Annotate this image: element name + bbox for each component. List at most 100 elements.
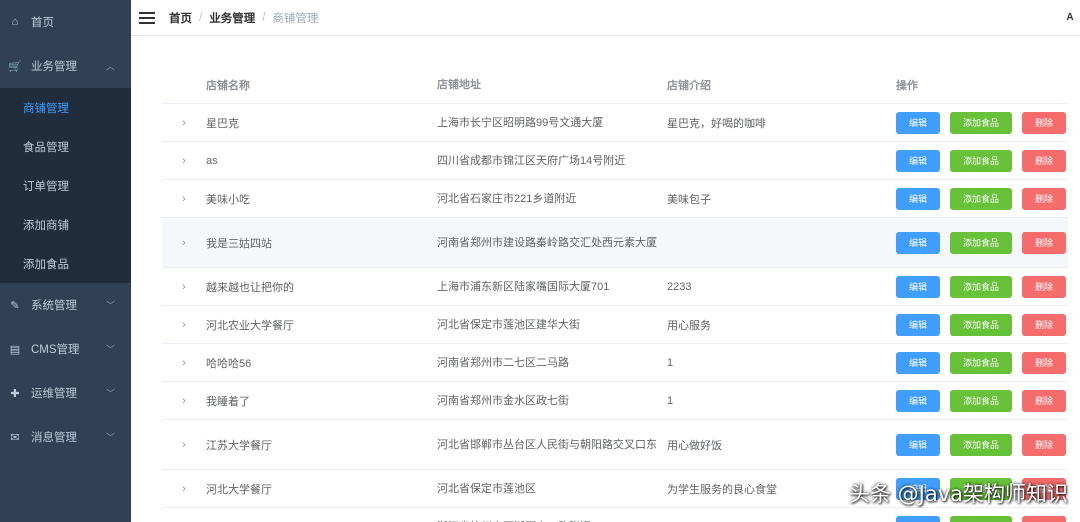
shop-name-cell: as [206,154,218,167]
menu-item-system[interactable]: ✎ 系统管理 ﹀ [0,283,131,327]
add-food-button[interactable]: 添加食品 [950,313,1012,336]
delete-button[interactable]: 删除 [1022,515,1066,522]
table-row: ›ickl浙江省杭州市西湖区文二路附近2333编辑添加食品删除 [162,508,1068,522]
menu-item-label: 首页 [31,17,54,29]
font-size-icon[interactable]: A [1062,9,1078,25]
menu-item-business[interactable]: 🛒 业务管理 ︿ [0,44,131,88]
add-food-button[interactable]: 添加食品 [950,275,1012,298]
edit-button[interactable]: 编辑 [896,313,940,336]
chevron-up-icon: ︿ [105,61,115,72]
expand-row-icon[interactable]: › [182,319,186,331]
expand-row-icon[interactable]: › [182,439,186,451]
shop-address-cell: 河南省郑州市金水区政七街 [437,394,569,407]
table-header: 店铺名称 店铺地址 店铺介绍 操作 [162,66,1068,104]
shop-address-cell: 河南省郑州市建设路秦岭路交汇处西元素大厦 [437,236,657,249]
shop-name-cell: 我是三姑四站 [206,237,272,250]
add-food-button[interactable]: 添加食品 [950,515,1012,522]
edit-button[interactable]: 编辑 [896,187,940,210]
menu-item-label: 系统管理 [31,300,77,312]
expand-row-icon[interactable]: › [182,483,186,495]
edit-icon: ✎ [10,299,20,312]
expand-row-icon[interactable]: › [182,193,186,205]
expand-row-icon[interactable]: › [182,281,186,293]
table-row: › 哈哈哈56 河南省郑州市二七区二马路 1 编辑 添加食品 删除 [162,344,1068,382]
shop-name-cell: 哈哈哈56 [206,357,252,370]
shop-address-cell: 河北省保定市莲池区建华大街 [437,318,580,331]
add-food-button[interactable]: 添加食品 [950,149,1012,172]
dashboard-icon: ⌂ [11,16,19,28]
shop-name-cell: 江苏大学餐厅 [206,439,272,452]
business-submenu: 商铺管理 食品管理 订单管理 添加商铺 添加食品 [0,88,131,283]
expand-row-icon[interactable]: › [182,117,186,129]
shop-description-cell: 1 [667,394,674,407]
add-food-button[interactable]: 添加食品 [950,231,1012,254]
document-icon: ▤ [9,343,21,356]
delete-button[interactable]: 删除 [1022,149,1066,172]
shop-address-cell: 四川省成都市锦江区天府广场14号附近 [437,154,626,167]
shop-description-cell: 用心服务 [667,319,711,332]
edit-button[interactable]: 编辑 [896,389,940,412]
menu-item-label: 消息管理 [31,432,77,444]
chevron-down-icon: ﹀ [105,300,115,311]
add-food-button[interactable]: 添加食品 [950,351,1012,374]
menu-item-home[interactable]: ⌂ 首页 [0,0,131,44]
delete-button[interactable]: 删除 [1022,313,1066,336]
breadcrumb: 首页 / 业务管理 / 商铺管理 [169,10,318,26]
menu-item-label: 业务管理 [31,61,77,73]
add-food-button[interactable]: 添加食品 [950,389,1012,412]
sidebar-item-add-food[interactable]: 添加食品 [0,244,131,283]
column-header-name: 店铺名称 [206,79,250,92]
table-body: › 星巴克 上海市长宁区昭明路99号文通大厦 星巴克，好喝的咖啡 编辑 添加食品 删除 › as… [162,104,1068,522]
add-food-button[interactable]: 添加食品 [950,187,1012,210]
table-row: › 我是三姑四站 河南省郑州市建设路秦岭路交汇处西元素大厦 编辑 添加食品 删除 [162,218,1068,268]
edit-button[interactable]: 编辑 [896,149,940,172]
breadcrumb-separator: / [262,11,266,24]
message-icon: ✉ [10,431,20,444]
shop-address-cell: 上海市浦东新区陆家嘴国际大厦701 [437,280,610,293]
top-header: 首页 / 业务管理 / 商铺管理 A [131,0,1080,36]
expand-row-icon[interactable]: › [182,237,186,249]
delete-button[interactable]: 删除 [1022,433,1066,456]
menu-item-cms[interactable]: ▤ CMS管理 ﹀ [0,327,131,371]
cart-icon: 🛒 [8,60,22,73]
shop-description-cell: 美味包子 [667,193,711,206]
edit-button[interactable]: 编辑 [896,515,940,522]
edit-button[interactable]: 编辑 [896,231,940,254]
sidebar-item-food-management[interactable]: 食品管理 [0,127,131,166]
edit-button[interactable]: 编辑 [896,351,940,374]
sidebar-item-order-management[interactable]: 订单管理 [0,166,131,205]
breadcrumb-business[interactable]: 业务管理 [209,10,255,26]
edit-button[interactable]: 编辑 [896,111,940,134]
breadcrumb-separator: / [199,11,203,24]
delete-button[interactable]: 删除 [1022,389,1066,412]
shop-table: 店铺名称 店铺地址 店铺介绍 操作 › 星巴克 上海市长宁区昭明路99号文通大厦 星巴… [162,66,1068,522]
add-food-button[interactable]: 添加食品 [950,111,1012,134]
column-header-address: 店铺地址 [437,78,481,91]
shop-name-cell: 我睡着了 [206,395,250,408]
table-row: › 越来越也让把你的 上海市浦东新区陆家嘴国际大厦701 2233 编辑 添加食品 删除 [162,268,1068,306]
expand-row-icon[interactable]: › [182,357,186,369]
add-food-button[interactable]: 添加食品 [950,433,1012,456]
expand-row-icon[interactable]: › [182,155,186,167]
edit-button[interactable]: 编辑 [896,275,940,298]
delete-button[interactable]: 删除 [1022,351,1066,374]
shop-name-cell: 越来越也让把你的 [206,281,294,294]
table-row: › 江苏大学餐厅 河北省邯郸市丛台区人民街与朝阳路交叉口东 用心做好饭 编辑 添加食品 删除 [162,420,1068,470]
sidebar-item-shop-management[interactable]: 商铺管理 [0,88,131,127]
sidebar-item-add-shop[interactable]: 添加商铺 [0,205,131,244]
delete-button[interactable]: 删除 [1022,275,1066,298]
delete-button[interactable]: 删除 [1022,231,1066,254]
delete-button[interactable]: 删除 [1022,111,1066,134]
expand-row-icon[interactable]: › [182,395,186,407]
menu-item-ops[interactable]: ✚ 运维管理 ﹀ [0,371,131,415]
breadcrumb-home[interactable]: 首页 [169,10,192,26]
chevron-down-icon: ﹀ [105,432,115,443]
edit-button[interactable]: 编辑 [896,433,940,456]
menu-item-messages[interactable]: ✉ 消息管理 ﹀ [0,415,131,459]
shop-description-cell: 1 [667,356,674,369]
hamburger-icon[interactable] [139,8,159,28]
delete-button[interactable]: 删除 [1022,187,1066,210]
table-row: › 美味小吃 河北省石家庄市221乡道附近 美味包子 编辑 添加食品 删除 [162,180,1068,218]
column-header-actions: 操作 [896,79,918,92]
chevron-down-icon: ﹀ [105,388,115,399]
